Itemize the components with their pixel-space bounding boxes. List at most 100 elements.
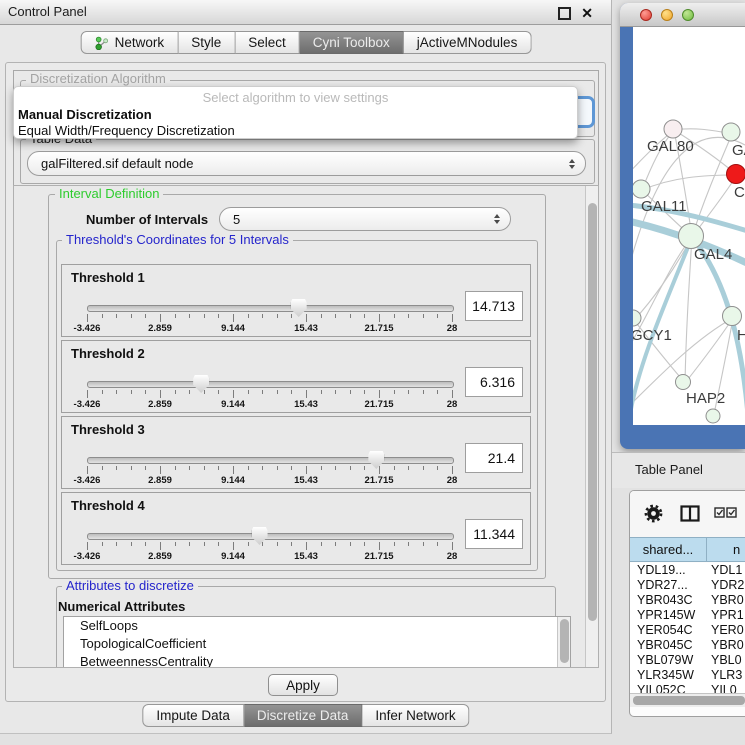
threshold-label: Threshold 2 bbox=[71, 346, 145, 361]
apply-button[interactable]: Apply bbox=[268, 674, 338, 696]
tick-label: 2.859 bbox=[148, 399, 172, 410]
gear-icon[interactable] bbox=[644, 504, 663, 523]
cell-shared-name[interactable]: YBL079W bbox=[630, 653, 707, 668]
dropdown-item-manual-discretization[interactable]: Manual Discretization bbox=[18, 107, 152, 122]
cell-name[interactable]: YBL0 bbox=[707, 653, 742, 668]
cell-shared-name[interactable]: YIL052C bbox=[630, 683, 707, 693]
cell-name[interactable]: YBR0 bbox=[707, 638, 744, 653]
list-item[interactable]: TopologicalCoefficient bbox=[64, 635, 570, 653]
close-icon[interactable]: ✕ bbox=[581, 3, 593, 23]
table-data-combo[interactable]: galFiltered.sif default node bbox=[27, 151, 586, 176]
cell-shared-name[interactable]: YLR345W bbox=[630, 668, 707, 683]
threshold-value-field[interactable]: 11.344 bbox=[465, 519, 523, 549]
tick-mark bbox=[145, 542, 146, 546]
list-item[interactable]: SelfLoops bbox=[64, 617, 570, 635]
float-window-icon[interactable] bbox=[558, 7, 571, 20]
threshold-slider[interactable] bbox=[87, 533, 454, 540]
tab-cyni-toolbox[interactable]: Cyni Toolbox bbox=[300, 31, 404, 54]
tick-label: 28 bbox=[447, 551, 458, 562]
threshold-slider[interactable] bbox=[87, 305, 454, 312]
tick-mark bbox=[189, 314, 190, 318]
tab-style[interactable]: Style bbox=[178, 31, 235, 54]
select-columns-icon[interactable] bbox=[714, 507, 738, 518]
tick-mark bbox=[379, 466, 380, 474]
table-hscrollbar-thumb[interactable] bbox=[633, 696, 745, 705]
cell-shared-name[interactable]: YPR145W bbox=[630, 608, 707, 623]
tab-label: Select bbox=[248, 32, 286, 54]
cell-name[interactable]: YDR2 bbox=[707, 578, 744, 593]
tick-mark bbox=[452, 314, 453, 322]
node-label-hap2: HAP2 bbox=[686, 390, 725, 407]
zoom-traffic-light-icon[interactable] bbox=[682, 9, 694, 21]
tab-select[interactable]: Select bbox=[235, 31, 300, 54]
table-horizontal-scrollbar[interactable] bbox=[630, 693, 745, 707]
cell-shared-name[interactable]: YBR043C bbox=[630, 593, 707, 608]
threshold-slider[interactable] bbox=[87, 457, 454, 464]
cell-name[interactable]: YER0 bbox=[707, 623, 744, 638]
cell-name[interactable]: YIL0 bbox=[707, 683, 737, 693]
table-rows[interactable]: YDL19...YDL1YDR27...YDR2YBR043CYBR0YPR14… bbox=[630, 563, 745, 693]
cell-shared-name[interactable]: YBR045C bbox=[630, 638, 707, 653]
dropdown-item-equal-width-frequency[interactable]: Equal Width/Frequency Discretization bbox=[18, 123, 235, 138]
panel-scrollbar-thumb[interactable] bbox=[588, 203, 597, 621]
slider-ticks bbox=[87, 390, 452, 399]
table-row[interactable]: YBL079WYBL0 bbox=[630, 653, 745, 668]
table-row[interactable]: YBR045CYBR0 bbox=[630, 638, 745, 653]
tick-mark bbox=[350, 542, 351, 546]
number-of-intervals-combo[interactable]: 5 bbox=[219, 207, 511, 231]
tick-mark bbox=[408, 314, 409, 318]
cell-name[interactable]: YLR3 bbox=[707, 668, 742, 683]
tab-discretize-data[interactable]: Discretize Data bbox=[244, 704, 363, 727]
tab-impute-data[interactable]: Impute Data bbox=[142, 704, 244, 727]
tab-infer-network[interactable]: Infer Network bbox=[362, 704, 469, 727]
tick-mark bbox=[291, 466, 292, 470]
tick-mark bbox=[452, 390, 453, 398]
table-row[interactable]: YPR145WYPR1 bbox=[630, 608, 745, 623]
node-label-gal4: GAL4 bbox=[694, 246, 732, 263]
table-row[interactable]: YLR345WYLR3 bbox=[630, 668, 745, 683]
panel-scrollbar[interactable] bbox=[585, 186, 598, 667]
tick-mark bbox=[423, 542, 424, 546]
list-item[interactable]: BetweennessCentrality bbox=[64, 653, 570, 668]
threshold-value-field[interactable]: 14.713 bbox=[465, 291, 523, 321]
tick-mark bbox=[408, 542, 409, 546]
cell-name[interactable]: YDL1 bbox=[707, 563, 742, 578]
table-row[interactable]: YIL052CYIL0 bbox=[630, 683, 745, 693]
discretization-algorithm-group-label: Discretization Algorithm bbox=[26, 72, 170, 86]
cell-shared-name[interactable]: YDL19... bbox=[630, 563, 707, 578]
tab-jactivemnodules[interactable]: jActiveMNodules bbox=[404, 31, 532, 54]
list-scrollbar[interactable] bbox=[557, 617, 570, 668]
threshold-value-field[interactable]: 21.4 bbox=[465, 443, 523, 473]
tick-label: 2.859 bbox=[148, 323, 172, 334]
tick-mark bbox=[131, 542, 132, 546]
tick-mark bbox=[145, 314, 146, 318]
close-traffic-light-icon[interactable] bbox=[640, 9, 652, 21]
tick-mark bbox=[364, 466, 365, 470]
tick-mark bbox=[291, 390, 292, 394]
split-columns-icon[interactable] bbox=[680, 505, 700, 522]
numerical-attributes-list[interactable]: SelfLoopsTopologicalCoefficientBetweenne… bbox=[63, 616, 571, 668]
threshold-slider[interactable] bbox=[87, 381, 454, 388]
bottom-tab-bar: Impute Data Discretize Data Infer Networ… bbox=[142, 704, 469, 727]
tick-mark bbox=[452, 466, 453, 474]
table-row[interactable]: YDL19...YDL1 bbox=[630, 563, 745, 578]
cell-name[interactable]: YPR1 bbox=[707, 608, 744, 623]
table-row[interactable]: YER054CYER0 bbox=[630, 623, 745, 638]
control-panel-titlebar: Control Panel ✕ bbox=[0, 0, 611, 25]
minimize-traffic-light-icon[interactable] bbox=[661, 9, 673, 21]
tab-network[interactable]: Network bbox=[81, 31, 179, 54]
threshold-panel: Threshold 2 -3.4262.8599.14415.4321.7152… bbox=[61, 340, 531, 413]
list-scrollbar-thumb[interactable] bbox=[560, 619, 569, 663]
cell-name[interactable]: YBR0 bbox=[707, 593, 744, 608]
dropdown-hint-item[interactable]: Select algorithm to view settings bbox=[14, 90, 577, 105]
column-header-name[interactable]: n bbox=[707, 538, 745, 561]
column-header-shared-name[interactable]: shared... bbox=[630, 538, 707, 561]
cell-shared-name[interactable]: YER054C bbox=[630, 623, 707, 638]
node-gal11 bbox=[633, 180, 650, 198]
network-canvas[interactable]: GAL80 GA C GAL11 GAL4 GCY1 H HAP2 bbox=[633, 27, 745, 425]
table-row[interactable]: YBR043CYBR0 bbox=[630, 593, 745, 608]
threshold-value-field[interactable]: 6.316 bbox=[465, 367, 523, 397]
table-row[interactable]: YDR27...YDR2 bbox=[630, 578, 745, 593]
nodes[interactable] bbox=[633, 120, 745, 423]
cell-shared-name[interactable]: YDR27... bbox=[630, 578, 707, 593]
